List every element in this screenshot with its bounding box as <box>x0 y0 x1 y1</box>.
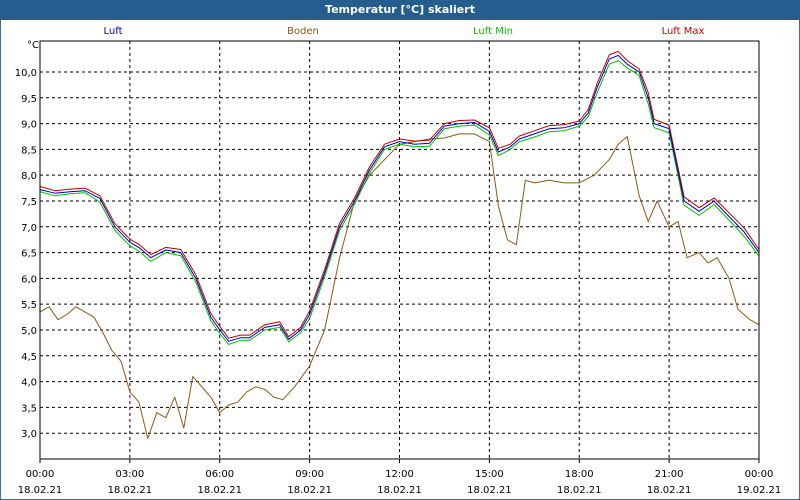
x-tick-time: 03:00 <box>115 469 144 480</box>
x-tick-date: 18.02.21 <box>18 485 63 496</box>
legend-item: Luft Min <box>473 26 513 37</box>
x-tick-time: 21:00 <box>655 469 684 480</box>
y-tick-label: 8,0 <box>21 171 37 182</box>
chart-plot: °C Luft Boden Luft Min Luft Max 3,0 3,5 4,0 4,… <box>15 26 782 496</box>
y-axis-label: °C <box>27 40 39 51</box>
x-tick-time: 18:00 <box>565 469 594 480</box>
x-tick-date: 18.02.21 <box>647 485 692 496</box>
y-tick-label: 10,0 <box>15 68 37 79</box>
y-tick-label: 4,5 <box>21 352 37 363</box>
x-tick-time: 06:00 <box>205 469 234 480</box>
y-tick-label: 7,0 <box>21 223 37 234</box>
x-tick-date: 18.02.21 <box>197 485 242 496</box>
x-tick-time: 00:00 <box>745 469 774 480</box>
y-tick-label: 6,5 <box>21 249 37 260</box>
legend-item: Luft <box>104 26 123 37</box>
y-tick-label: 7,5 <box>21 197 37 208</box>
y-tick-label: 9,0 <box>21 120 37 131</box>
x-tick-time: 09:00 <box>295 469 324 480</box>
legend-item: Boden <box>287 26 319 37</box>
y-tick-label: 5,0 <box>21 326 37 337</box>
y-tick-label: 3,0 <box>21 429 37 440</box>
y-tick-label: 9,5 <box>21 94 37 105</box>
y-tick-label: 5,5 <box>21 300 37 311</box>
x-tick-time: 00:00 <box>26 469 55 480</box>
y-tick-label: 6,0 <box>21 274 37 285</box>
y-tick-label: 3,5 <box>21 403 37 414</box>
x-tick-date: 18.02.21 <box>557 485 602 496</box>
legend-item: Luft Max <box>662 26 705 37</box>
x-tick-date: 18.02.21 <box>108 485 153 496</box>
y-tick-label: 4,0 <box>21 378 37 389</box>
x-tick-date: 18.02.21 <box>287 485 332 496</box>
x-tick-date: 18.02.21 <box>467 485 512 496</box>
x-tick-time: 12:00 <box>385 469 414 480</box>
y-tick-label: 8,5 <box>21 145 37 156</box>
x-tick-date: 18.02.21 <box>377 485 422 496</box>
x-tick-date: 19.02.21 <box>737 485 782 496</box>
x-tick-time: 15:00 <box>475 469 504 480</box>
